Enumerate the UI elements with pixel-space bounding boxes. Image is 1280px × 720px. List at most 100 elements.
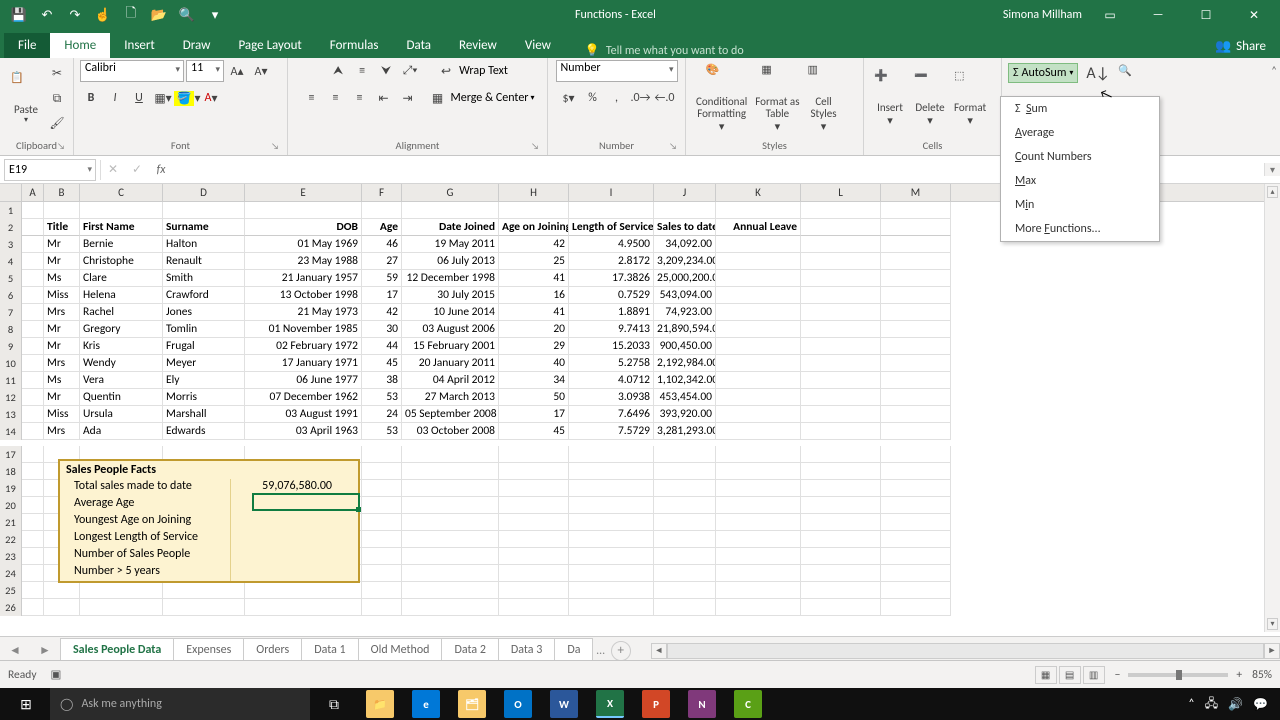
cell[interactable]: 1.8891: [569, 304, 654, 321]
cell[interactable]: 34,092.00: [654, 236, 716, 253]
delete-cells-button[interactable]: ➖Delete▾: [910, 68, 950, 129]
onenote-icon[interactable]: N: [680, 688, 724, 720]
cell[interactable]: [881, 463, 951, 480]
cell[interactable]: Age: [362, 219, 402, 236]
cell[interactable]: [881, 565, 951, 582]
camtasia-icon[interactable]: C: [726, 688, 770, 720]
orientation-icon[interactable]: ⤢▾: [399, 60, 421, 82]
row-header[interactable]: 5: [0, 270, 22, 287]
cell[interactable]: 7.5729: [569, 423, 654, 440]
merge-center-button[interactable]: Merge & Center: [450, 91, 528, 105]
cell[interactable]: [245, 202, 362, 219]
tab-insert[interactable]: Insert: [110, 33, 169, 58]
cell[interactable]: [801, 406, 881, 423]
cell[interactable]: [499, 463, 569, 480]
autosum-menu-count[interactable]: Count Numbers: [1001, 145, 1159, 169]
cell[interactable]: 05 September 2008: [402, 406, 499, 423]
tell-me-search[interactable]: 💡 Tell me what you want to do: [585, 43, 744, 58]
cell[interactable]: [22, 548, 44, 565]
cell[interactable]: [362, 202, 402, 219]
cell[interactable]: Mrs: [44, 304, 80, 321]
cell[interactable]: [22, 582, 44, 599]
open-folder-icon[interactable]: 📂: [146, 2, 172, 28]
cell[interactable]: 46: [362, 236, 402, 253]
new-file-icon[interactable]: 🗋: [118, 2, 144, 28]
row-header[interactable]: 22: [0, 531, 22, 548]
autosum-menu-min[interactable]: Min: [1001, 193, 1159, 217]
cell[interactable]: [716, 406, 801, 423]
tab-draw[interactable]: Draw: [169, 33, 225, 58]
cell[interactable]: [881, 497, 951, 514]
cell[interactable]: [801, 253, 881, 270]
cell[interactable]: [881, 219, 951, 236]
cell[interactable]: [881, 338, 951, 355]
cell[interactable]: 06 July 2013: [402, 253, 499, 270]
cell[interactable]: [22, 372, 44, 389]
cell[interactable]: [22, 531, 44, 548]
cell[interactable]: Ursula: [80, 406, 163, 423]
cell[interactable]: [163, 202, 245, 219]
italic-button[interactable]: I: [104, 87, 126, 109]
cell[interactable]: [716, 463, 801, 480]
cell[interactable]: [499, 514, 569, 531]
cell[interactable]: Gregory: [80, 321, 163, 338]
cell[interactable]: 17 January 1971: [245, 355, 362, 372]
cell[interactable]: 3,209,234.00: [654, 253, 716, 270]
cell[interactable]: [499, 548, 569, 565]
cell[interactable]: Sales to date (£): [654, 219, 716, 236]
cell[interactable]: [801, 270, 881, 287]
cell[interactable]: [716, 372, 801, 389]
cell[interactable]: [881, 236, 951, 253]
wrap-text-button[interactable]: Wrap Text: [459, 64, 508, 78]
row-header[interactable]: 25: [0, 582, 22, 599]
cell[interactable]: [245, 599, 362, 616]
column-header[interactable]: E: [245, 184, 362, 201]
cell[interactable]: [881, 423, 951, 440]
facts-value[interactable]: [230, 513, 338, 530]
column-header[interactable]: C: [80, 184, 163, 201]
cell[interactable]: [569, 565, 654, 582]
autosum-button[interactable]: Σ AutoSum ▾: [1008, 63, 1078, 83]
cell[interactable]: [654, 480, 716, 497]
cell[interactable]: [716, 270, 801, 287]
row-header[interactable]: 3: [0, 236, 22, 253]
row-header[interactable]: 21: [0, 514, 22, 531]
cell[interactable]: Quentin: [80, 389, 163, 406]
cell[interactable]: [716, 480, 801, 497]
row-header[interactable]: 18: [0, 463, 22, 480]
cell[interactable]: [44, 202, 80, 219]
cell[interactable]: 21 May 1973: [245, 304, 362, 321]
cell[interactable]: Age on Joining: [499, 219, 569, 236]
horizontal-scrollbar[interactable]: ◄►: [651, 643, 1280, 659]
cell[interactable]: [44, 582, 80, 599]
copy-icon[interactable]: ⧉: [46, 88, 68, 110]
autosum-menu-sum[interactable]: Σ Sum: [1001, 97, 1159, 121]
cell[interactable]: [402, 548, 499, 565]
cell[interactable]: [402, 480, 499, 497]
cell[interactable]: [716, 446, 801, 463]
cortana-search[interactable]: ◯ Ask me anything: [50, 688, 310, 720]
insert-function-icon[interactable]: fx: [149, 163, 173, 177]
cell[interactable]: DOB: [245, 219, 362, 236]
cell[interactable]: 23 May 1988: [245, 253, 362, 270]
cell[interactable]: [654, 548, 716, 565]
cell[interactable]: [569, 480, 654, 497]
cell[interactable]: 12 December 1998: [402, 270, 499, 287]
cell[interactable]: Mrs: [44, 355, 80, 372]
row-header[interactable]: 7: [0, 304, 22, 321]
cell[interactable]: [654, 497, 716, 514]
decrease-decimal-icon[interactable]: ←.0: [654, 87, 676, 109]
powerpoint-icon[interactable]: P: [634, 688, 678, 720]
cell[interactable]: [716, 304, 801, 321]
cell[interactable]: 45: [362, 355, 402, 372]
cell[interactable]: [22, 514, 44, 531]
tab-data[interactable]: Data: [393, 33, 446, 58]
facts-value[interactable]: [230, 496, 338, 513]
underline-button[interactable]: U: [128, 87, 150, 109]
cell[interactable]: [716, 355, 801, 372]
cell[interactable]: [716, 531, 801, 548]
sheet-overflow-icon[interactable]: …: [596, 644, 604, 658]
cell[interactable]: [22, 406, 44, 423]
row-header[interactable]: 14: [0, 423, 22, 440]
tab-view[interactable]: View: [511, 33, 565, 58]
